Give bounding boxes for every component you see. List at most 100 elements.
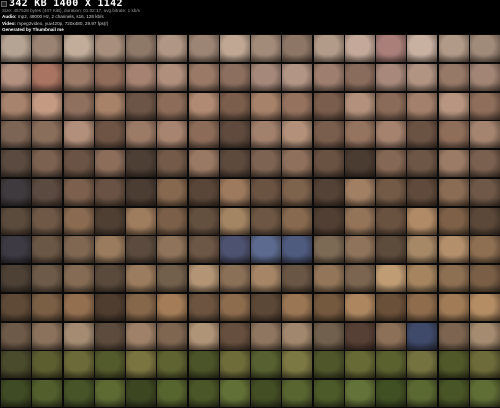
thumbnail-frame — [250, 379, 282, 408]
thumbnail-frame — [187, 91, 220, 121]
thumbnail-frame — [156, 34, 189, 63]
thumbnail-frame — [375, 91, 407, 121]
thumbnail-frame — [312, 292, 345, 322]
thumbnail-frame — [125, 350, 157, 380]
thumbnail-frame — [281, 264, 314, 294]
audio-info-line: Audio: mp2, 48000 Hz, 2 channels, s16, 1… — [2, 14, 104, 19]
thumbnail-frame — [281, 62, 314, 92]
thumbnail-frame — [406, 264, 439, 294]
thumbnail-frame — [375, 206, 407, 236]
thumbnail-frame — [312, 321, 345, 351]
video-info-line: Video: mpeg2video, yuv420p, 720x480, 29.… — [2, 21, 108, 26]
thumbnail-frame — [468, 235, 500, 265]
thumbnail-frame — [93, 62, 126, 92]
thumbnail-frame — [93, 292, 126, 322]
thumbnail-frame — [406, 350, 439, 380]
thumbnail-frame — [187, 321, 220, 351]
thumbnail-frame — [156, 62, 189, 92]
thumbnail-frame — [343, 350, 376, 380]
thumbnail-frame — [125, 206, 157, 236]
thumbnail-frame — [93, 235, 126, 265]
thumbnail-frame — [250, 34, 282, 63]
thumbnail-frame — [62, 120, 95, 150]
thumbnail-frame — [437, 62, 470, 92]
thumbnail-frame — [187, 379, 220, 408]
thumbnail-frame — [468, 62, 500, 92]
thumbnail-frame — [343, 177, 376, 207]
thumbnail-frame — [406, 120, 439, 150]
thumbnail-frame — [125, 292, 157, 322]
thumbnail-frame — [312, 91, 345, 121]
thumbnail-frame — [218, 235, 251, 265]
file-info-line: Size: 457528 bytes (447 KiB), duration: … — [2, 8, 140, 13]
thumbnail-frame — [187, 177, 220, 207]
thumbnail-frame — [281, 177, 314, 207]
thumbnail-frame — [93, 350, 126, 380]
thumbnail-frame — [250, 264, 282, 294]
thumbnail-frame — [156, 379, 189, 408]
thumbnail-frame — [468, 149, 500, 179]
thumbnail-frame — [343, 206, 376, 236]
thumbnail-frame — [31, 321, 64, 351]
thumbnail-frame — [312, 120, 345, 150]
thumbnail-frame — [250, 235, 282, 265]
thumbnail-frame — [375, 379, 407, 408]
thumbnail-frame — [406, 321, 439, 351]
thumbnail-frame — [125, 177, 157, 207]
thumbnail-frame — [281, 149, 314, 179]
thumbnail-frame — [437, 292, 470, 322]
thumbnail-frame — [31, 292, 64, 322]
thumbnail-frame — [218, 206, 251, 236]
thumbnail-frame — [406, 149, 439, 179]
thumbnail-frame — [343, 235, 376, 265]
thumbnail-frame — [31, 379, 64, 408]
thumbnail-frame — [93, 206, 126, 236]
thumbnail-frame — [31, 206, 64, 236]
thumbnail-frame — [343, 91, 376, 121]
thumbnail-frame — [62, 149, 95, 179]
thumbnail-frame — [437, 379, 470, 408]
thumbnail-frame — [0, 34, 32, 63]
thumbnail-frame — [406, 91, 439, 121]
thumbnail-frame — [0, 62, 32, 92]
thumbnail-frame — [281, 34, 314, 63]
thumbnail-frame — [468, 177, 500, 207]
thumbnail-frame — [468, 321, 500, 351]
thumbnail-frame — [468, 206, 500, 236]
thumbnail-frame — [62, 177, 95, 207]
thumbnail-frame — [62, 206, 95, 236]
thumbnail-frame — [406, 379, 439, 408]
thumbnail-frame — [62, 321, 95, 351]
thumbnail-frame — [406, 34, 439, 63]
video-value: mpeg2video, yuv420p, 720x480, 29.97 fps(… — [17, 21, 109, 26]
thumbnail-frame — [0, 120, 32, 150]
thumbnail-frame — [437, 206, 470, 236]
thumbnail-frame — [187, 235, 220, 265]
audio-label: Audio: — [2, 14, 17, 19]
thumbnail-frame — [62, 350, 95, 380]
thumbnail-frame — [125, 235, 157, 265]
thumbnail-frame — [343, 321, 376, 351]
thumbnail-frame — [343, 264, 376, 294]
generated-by-line: Generated by Thumbnail me — [2, 27, 64, 32]
thumbnail-frame — [31, 120, 64, 150]
thumbnail-frame — [93, 264, 126, 294]
thumbnail-frame — [31, 177, 64, 207]
thumbnail-frame — [406, 62, 439, 92]
thumbnail-frame — [93, 321, 126, 351]
thumbnail-frame — [0, 206, 32, 236]
thumbnail-frame — [406, 206, 439, 236]
thumbnail-frame — [0, 264, 32, 294]
thumbnail-frame — [0, 235, 32, 265]
thumbnail-frame — [312, 379, 345, 408]
thumbnail-frame — [312, 264, 345, 294]
thumbnail-frame — [0, 321, 32, 351]
thumbnail-frame — [0, 292, 32, 322]
thumbnail-frame — [62, 62, 95, 92]
thumbnail-frame — [31, 91, 64, 121]
thumbnail-frame — [156, 350, 189, 380]
thumbnail-frame — [312, 62, 345, 92]
thumbnail-frame — [250, 91, 282, 121]
thumbnail-frame — [343, 379, 376, 408]
thumbnail-grid — [0, 34, 500, 408]
